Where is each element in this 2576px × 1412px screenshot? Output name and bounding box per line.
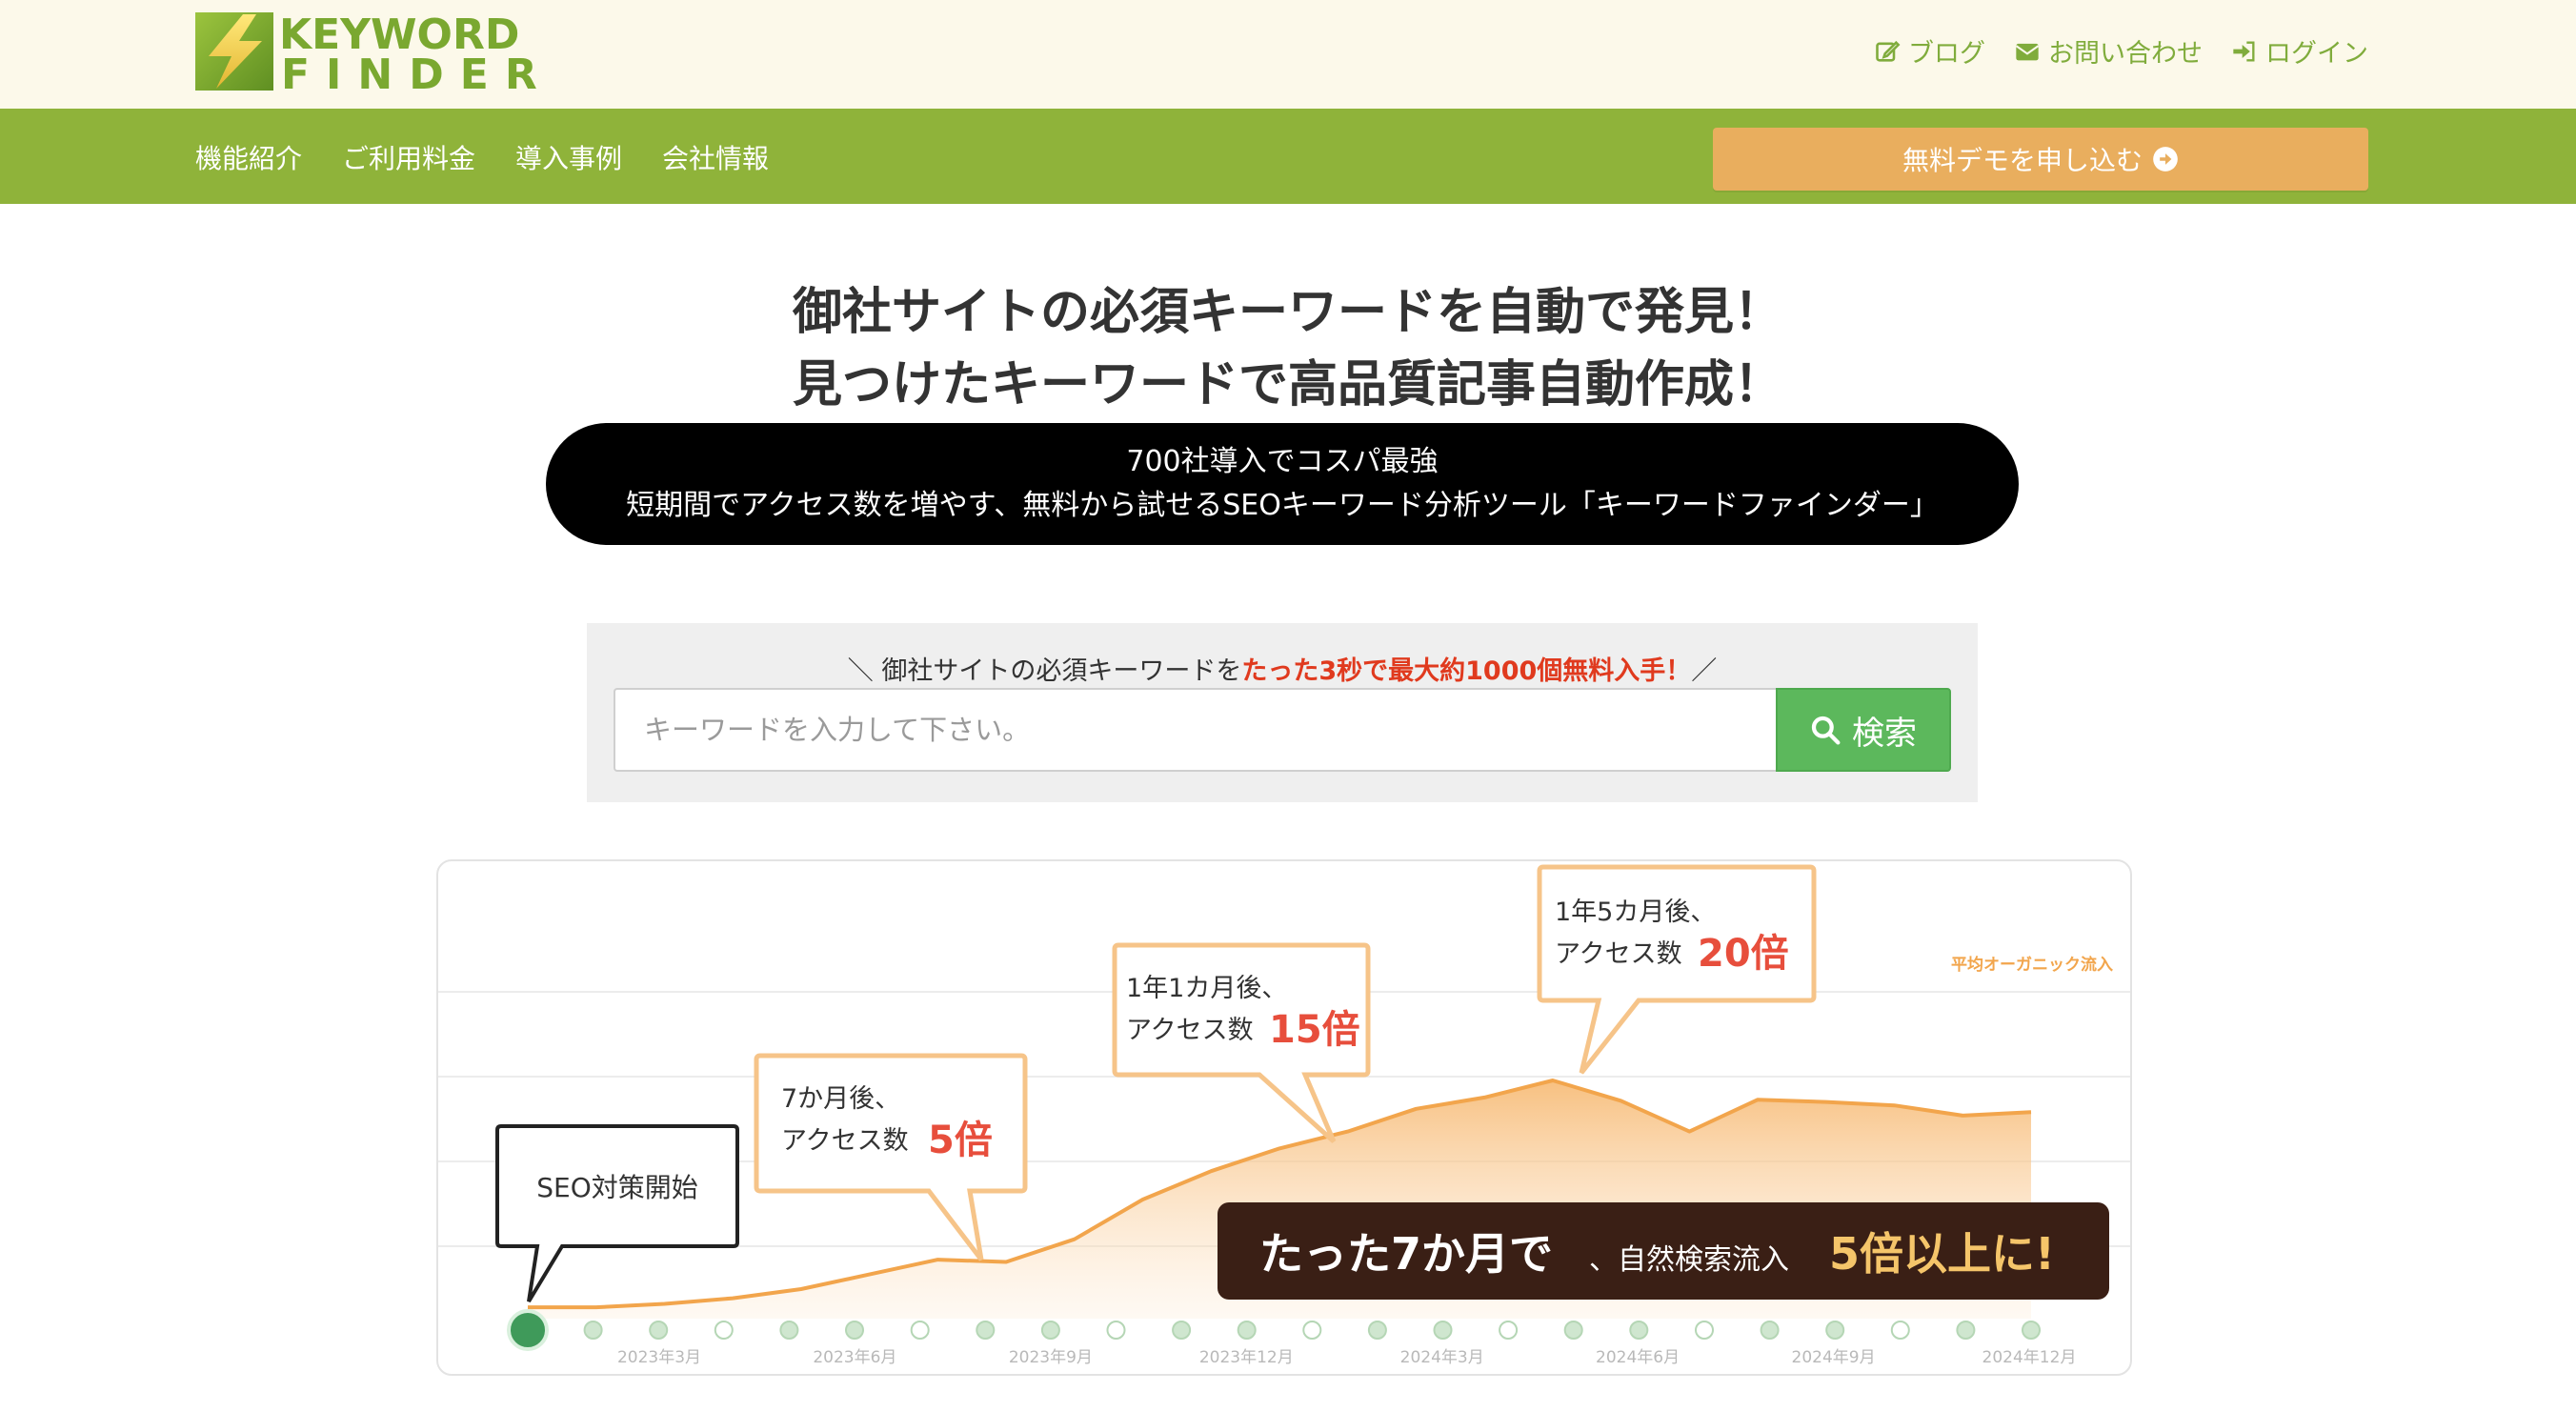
- timeline-dot: [649, 1321, 669, 1340]
- hero-headline-line-2: 見つけたキーワードで高品質記事自動作成！: [792, 356, 1783, 414]
- search-icon: [1811, 716, 1841, 745]
- timeline-start-dot: [507, 1309, 549, 1351]
- keyword-search-input[interactable]: [614, 688, 1776, 772]
- nav-item-pricing[interactable]: ご利用料金: [342, 138, 475, 176]
- summary-banner: たった7か月で 、自然検索流入 5倍以上に!: [1218, 1202, 2109, 1300]
- main-nav: 機能紹介 ご利用料金 導入事例 会社情報 無料デモを申し込む: [0, 109, 2576, 204]
- timeline-dot: [910, 1321, 930, 1340]
- free-demo-button-label: 無料デモを申し込む: [1902, 145, 2143, 176]
- summary-text-b: 、自然検索流入: [1589, 1243, 1789, 1277]
- hero-headline-line-1: 御社サイトの必須キーワードを自動で発見！: [792, 284, 1783, 341]
- search-caption-prefix: ＼ 御社サイトの必須キーワードを: [847, 656, 1242, 686]
- timeline-dot: [1302, 1321, 1322, 1340]
- summary-text-a: たった7か月で: [1259, 1228, 1553, 1280]
- timeline-dot: [2022, 1321, 2041, 1340]
- timeline-dot: [1629, 1321, 1649, 1340]
- timeline-dot: [1499, 1321, 1519, 1340]
- search-caption-highlight: たった3秒で最大約1000個無料入手！: [1241, 656, 1692, 686]
- timeline-dot: [779, 1321, 799, 1340]
- timeline-dot: [1367, 1321, 1387, 1340]
- logo-line-2: FINDER: [281, 50, 553, 99]
- x-label: 2023年9月: [1009, 1348, 1093, 1367]
- nav-item-company[interactable]: 会社情報: [662, 138, 769, 176]
- timeline-dot: [845, 1321, 864, 1340]
- timeline-dot: [1695, 1321, 1714, 1340]
- contact-link-label: お問い合わせ: [2048, 39, 2203, 69]
- top-links: ブログ お問い合わせ ログイン: [1874, 32, 2368, 70]
- chart-legend: 平均オーガニック流入: [1951, 955, 2113, 975]
- x-label: 2024年3月: [1400, 1348, 1484, 1367]
- nav-item-features[interactable]: 機能紹介: [195, 138, 302, 176]
- timeline-dot: [1890, 1321, 1910, 1340]
- timeline-dot: [1563, 1321, 1583, 1340]
- x-label: 2023年6月: [813, 1348, 896, 1367]
- hero-headline: 御社サイトの必須キーワードを自動で発見！ 見つけたキーワードで高品質記事自動作成…: [0, 276, 2576, 421]
- timeline-labels: 2023年3月 2023年6月 2023年9月 2023年12月 2024年3月…: [617, 1348, 2077, 1367]
- callout-17-months: 1年5カ月後、 アクセス数 20倍: [1537, 864, 1817, 1075]
- summary-text-c: 5倍以上に!: [1829, 1228, 2055, 1280]
- callout-7-months: 7か月後、 アクセス数 5倍: [754, 1053, 1028, 1261]
- search-caption-suffix: ／: [1691, 656, 1718, 686]
- callout-3-line-1: 1年5カ月後、: [1555, 898, 1716, 927]
- x-label: 2023年12月: [1199, 1348, 1294, 1367]
- edit-icon: [1876, 40, 1901, 62]
- callout-1-multiplier: 5倍: [928, 1119, 993, 1162]
- timeline-dot: [714, 1321, 734, 1340]
- envelope-icon: [2015, 43, 2040, 60]
- top-header: KEYWORD FINDER ブログ お問い合わせ ログイン: [0, 0, 2576, 109]
- growth-banner[interactable]: 平均オーガニック流入 2023年3月 2023年6月 2023年9月 2023年…: [436, 859, 2132, 1376]
- callout-3-multiplier: 20倍: [1698, 932, 1789, 976]
- login-link-label: ログイン: [2265, 39, 2368, 69]
- growth-banner-illustration: 平均オーガニック流入 2023年3月 2023年6月 2023年9月 2023年…: [438, 864, 2130, 1367]
- timeline-dot: [583, 1321, 603, 1340]
- hero-subtitle-line-2: 短期間でアクセス数を増やす、無料から試せるSEOキーワード分析ツール「キーワード…: [626, 489, 1939, 522]
- hero-subtitle-line-1: 700社導入でコスパ最強: [1126, 445, 1439, 478]
- timeline-dot: [1237, 1321, 1257, 1340]
- nav-links: 機能紹介 ご利用料金 導入事例 会社情報: [195, 138, 769, 176]
- seo-start-label: SEO対策開始: [536, 1172, 698, 1203]
- free-demo-button[interactable]: 無料デモを申し込む: [1713, 128, 2368, 191]
- callout-2-multiplier: 15倍: [1269, 1008, 1360, 1052]
- callout-2-line-2a: アクセス数: [1126, 1016, 1254, 1045]
- blog-link[interactable]: ブログ: [1874, 32, 1985, 70]
- timeline-dot: [1433, 1321, 1453, 1340]
- timeline-dot: [976, 1321, 996, 1340]
- lightning-bolt-logo: [195, 12, 273, 91]
- timeline-dot: [1040, 1321, 1060, 1340]
- callout-13-months: 1年1カ月後、 アクセス数 15倍: [1112, 942, 1371, 1143]
- seo-start-callout: SEO対策開始: [495, 1124, 739, 1303]
- x-label: 2023年3月: [617, 1348, 701, 1367]
- callout-2-line-1: 1年1カ月後、: [1126, 974, 1287, 1003]
- search-button-label: 検索: [1852, 714, 1917, 753]
- nav-item-case-studies[interactable]: 導入事例: [515, 138, 622, 176]
- x-label: 2024年6月: [1596, 1348, 1680, 1367]
- timeline-dot: [1825, 1321, 1845, 1340]
- timeline-dot: [1106, 1321, 1126, 1340]
- search-caption: ＼ 御社サイトの必須キーワードをたった3秒で最大約1000個無料入手！／: [587, 650, 1978, 687]
- blog-link-label: ブログ: [1908, 39, 1985, 69]
- timeline-dot: [1956, 1321, 1976, 1340]
- timeline-dot: [1172, 1321, 1192, 1340]
- x-label: 2024年12月: [1982, 1348, 2077, 1367]
- arrow-circle-right-icon: [2153, 147, 2178, 171]
- timeline-dot: [1760, 1321, 1780, 1340]
- callout-1-line-2a: アクセス数: [781, 1126, 909, 1156]
- hero-subtitle-pill: 700社導入でコスパ最強 短期間でアクセス数を増やす、無料から試せるSEOキーワ…: [546, 423, 2019, 545]
- search-button[interactable]: 検索: [1776, 688, 1951, 772]
- contact-link[interactable]: お問い合わせ: [2014, 32, 2203, 70]
- callout-1-line-1: 7か月後、: [781, 1084, 900, 1114]
- callout-3-line-2a: アクセス数: [1555, 939, 1682, 969]
- login-link[interactable]: ログイン: [2231, 32, 2368, 70]
- keyword-search-panel: ＼ 御社サイトの必須キーワードをたった3秒で最大約1000個無料入手！／ 検索: [587, 623, 1978, 802]
- x-label: 2024年9月: [1792, 1348, 1876, 1367]
- site-logo[interactable]: KEYWORD FINDER: [195, 12, 538, 96]
- sign-in-icon: [2233, 41, 2255, 61]
